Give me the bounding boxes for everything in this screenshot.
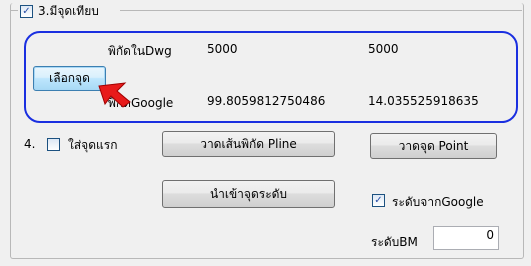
section3-checkbox-row[interactable]: ✓ 3.มีจุดเทียบ <box>18 2 103 20</box>
dwg-coords-label: พิกัดในDwg <box>108 44 172 58</box>
groupbox-top-line <box>120 10 522 11</box>
level-from-google-label: ระดับจากGoogle <box>392 195 484 209</box>
draw-pline-button[interactable]: วาดเส้นพิกัด Pline <box>162 131 335 157</box>
section4-checkbox[interactable] <box>47 138 60 151</box>
bm-level-label: ระดับBM <box>371 235 418 249</box>
section4-checkbox-label: ใส่จุดแรก <box>68 138 118 152</box>
dwg-x-value: 5000 <box>207 42 238 56</box>
red-arrow-icon <box>98 82 131 108</box>
level-from-google-checkbox[interactable]: ✓ <box>372 194 385 207</box>
draw-point-button[interactable]: วาดจุด Point <box>370 133 497 159</box>
dwg-y-value: 5000 <box>368 42 399 56</box>
google-y-value: 14.035525918635 <box>368 94 479 108</box>
panel: ✓ 3.มีจุดเทียบ พิกัดในDwg 5000 5000 เลือ… <box>0 0 531 266</box>
import-levels-button[interactable]: นำเข้าจุดระดับ <box>162 180 335 208</box>
select-point-button[interactable]: เลือกจุด <box>33 66 106 91</box>
groupbox-top-line <box>10 10 18 11</box>
section3-checkbox-label: 3.มีจุดเทียบ <box>38 3 99 18</box>
section4-number: 4. <box>24 137 36 151</box>
bm-level-input[interactable]: 0 <box>433 226 499 250</box>
section3-checkbox[interactable]: ✓ <box>20 4 33 18</box>
google-x-value: 99.8059812750486 <box>207 94 326 108</box>
